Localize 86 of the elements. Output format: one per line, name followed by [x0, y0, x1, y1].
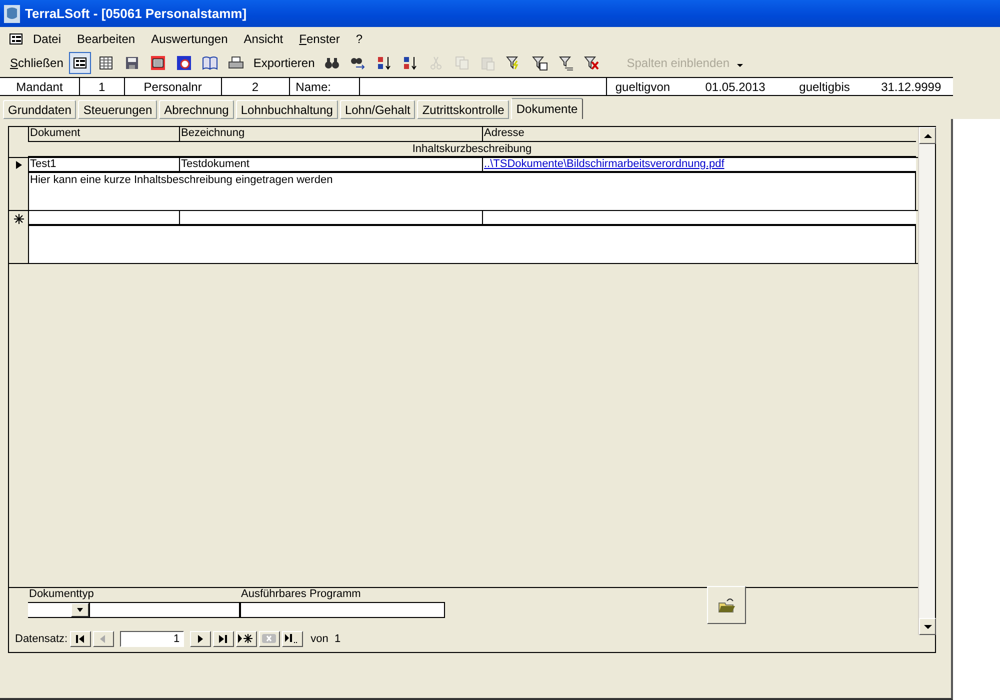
filter-list-icon: [558, 54, 574, 70]
scroll-down-button[interactable]: [919, 618, 936, 635]
field-label: gueltigvon: [614, 78, 672, 95]
scrollbar[interactable]: [918, 127, 935, 635]
tab[interactable]: Steuerungen: [78, 100, 158, 119]
description-field[interactable]: [28, 225, 916, 263]
open-folder-icon: [718, 597, 736, 613]
toolbar-button[interactable]: Schließen: [8, 54, 66, 72]
save-icon: [124, 54, 140, 70]
menu-item[interactable]: Auswertungen: [144, 30, 235, 48]
tab[interactable]: Lohnbuchhaltung: [236, 100, 338, 119]
field-label: Mandant: [0, 78, 80, 95]
table-view-icon: [98, 54, 114, 70]
field-value: 1: [80, 78, 125, 95]
open-folder-button[interactable]: [707, 586, 746, 624]
up-arrow-icon: [924, 132, 932, 140]
print-preview-icon: [150, 54, 166, 70]
last-record-button[interactable]: [212, 630, 234, 646]
sort-ascending-icon: [376, 54, 392, 70]
field-value: 31.12.9999: [880, 78, 942, 95]
menu-item[interactable]: Ansicht: [236, 30, 290, 48]
form-view-icon[interactable]: [8, 31, 24, 47]
caret-icon: [76, 606, 84, 614]
paste-icon: [480, 54, 496, 70]
table-cell[interactable]: Test1: [28, 158, 179, 172]
tab[interactable]: Abrechnung: [159, 100, 234, 119]
input-field[interactable]: [89, 603, 240, 618]
field-value: 2: [222, 78, 290, 95]
next-record-button[interactable]: [190, 630, 211, 646]
column-header: Bezeichnung: [179, 127, 482, 142]
tab[interactable]: Dokumente: [511, 98, 583, 119]
sort-descending-icon: [402, 54, 418, 70]
table-cell[interactable]: [28, 211, 179, 225]
program-field[interactable]: [240, 603, 445, 618]
tab[interactable]: Lohn/Gehalt: [340, 100, 416, 119]
navigation-label: Datensatz:: [15, 632, 68, 644]
tab[interactable]: Grunddaten: [3, 100, 76, 119]
field-value: 01.05.2013: [704, 78, 766, 95]
tab[interactable]: Zutrittskontrolle: [417, 100, 510, 119]
book-icon: [202, 54, 218, 70]
column-header: Dokument: [28, 127, 179, 142]
app-icon: [4, 4, 20, 22]
scissors-icon: [428, 54, 444, 70]
toolbar-button[interactable]: Exportieren: [251, 54, 317, 72]
down-arrow-icon: [924, 622, 932, 630]
description-field[interactable]: Hier kann eine kurze Inhaltsbeschreibung eingetragen werden: [28, 172, 916, 210]
menu-item[interactable]: Bearbeiten: [70, 30, 142, 48]
menu-item[interactable]: Fenster: [292, 30, 347, 48]
new-record-icon: [14, 214, 24, 224]
column-header: Inhaltskurzbeschreibung: [28, 142, 916, 157]
current-record-icon: [14, 161, 22, 169]
field-label: gueltigbis: [798, 78, 851, 95]
table-cell[interactable]: [482, 211, 916, 225]
record-number-field[interactable]: 1: [120, 630, 184, 646]
magnifier-icon: [176, 54, 192, 70]
table-cell[interactable]: ..\TSDokumente\Bildschirmarbeitsverordnung.pdf: [482, 158, 916, 172]
table-cell[interactable]: Testdokument: [179, 158, 482, 172]
dropdown-button[interactable]: [71, 603, 89, 617]
record-count: von 1: [310, 632, 341, 644]
previous-record-button[interactable]: [92, 630, 114, 646]
form-view-icon: [72, 54, 88, 70]
printer-icon: [228, 54, 244, 70]
new-record-button[interactable]: [236, 630, 257, 646]
file-link[interactable]: ..\TSDokumente\Bildschirmarbeitsverordnung.pdf: [484, 158, 724, 170]
previous-icon: [100, 634, 106, 642]
goto-record-button[interactable]: [282, 630, 303, 646]
first-record-icon: [76, 634, 85, 642]
window-title: TerraLSoft - [05061 Personalstamm]: [25, 6, 247, 21]
column-header: Adresse: [482, 127, 916, 142]
toolbar-button[interactable]: [69, 52, 92, 74]
document-type-dropdown[interactable]: [28, 603, 89, 618]
next-icon: [196, 634, 204, 642]
menu-item[interactable]: ?: [348, 30, 370, 48]
copy-icon: [454, 54, 470, 70]
delete-record-button[interactable]: [258, 630, 280, 646]
first-record-button[interactable]: [70, 630, 91, 646]
menu-item[interactable]: Datei: [26, 30, 68, 48]
remove-filter-icon: [584, 54, 600, 70]
field-label: Personalnr: [124, 78, 222, 95]
delete-icon: [262, 634, 276, 643]
last-record-icon: [218, 634, 228, 642]
scroll-up-button[interactable]: [919, 127, 936, 144]
filter-form-icon: [532, 54, 548, 70]
new-record-icon: [238, 634, 254, 643]
field-label: Name:: [290, 78, 360, 95]
table-cell[interactable]: [179, 211, 482, 225]
